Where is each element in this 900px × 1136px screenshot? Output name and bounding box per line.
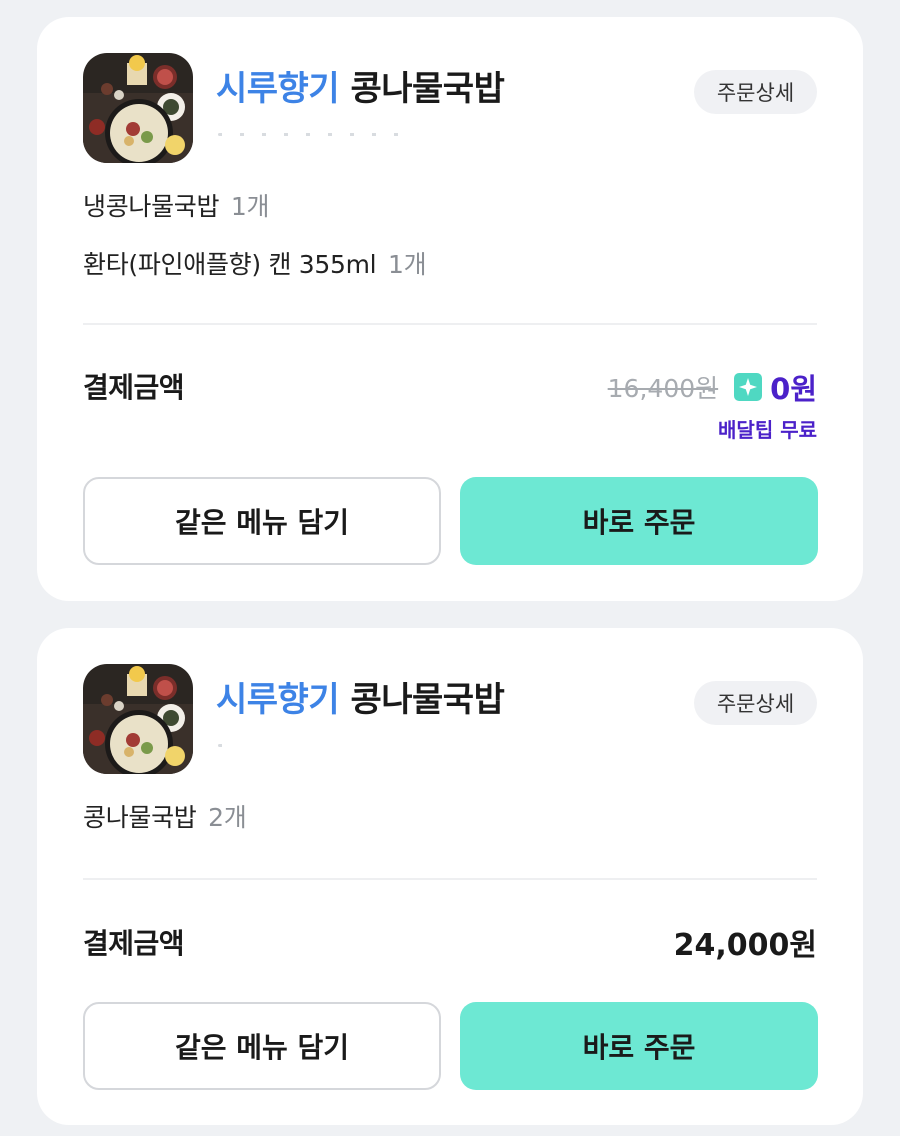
- payment-label: 결제금액: [83, 371, 185, 404]
- reorder-same-menu-button[interactable]: 같은 메뉴 담기: [83, 1002, 441, 1090]
- order-detail-button[interactable]: 주문상세: [694, 70, 817, 114]
- store-name[interactable]: 시루향기 콩나물국밥: [216, 61, 505, 110]
- list-item: 냉콩나물국밥 1개: [83, 190, 426, 248]
- store-brand: 시루향기: [216, 69, 340, 109]
- discounted-price: 0원: [770, 372, 817, 406]
- sparkle-icon: [734, 373, 763, 401]
- order-now-button[interactable]: 바로 주문: [460, 1002, 818, 1090]
- item-quantity: 2개: [208, 803, 247, 832]
- blurred-subtext: [218, 744, 224, 747]
- divider: [83, 323, 817, 325]
- order-card: 시루향기 콩나물국밥 주문상세 콩나물국밥 2개 결제금액 24,000원 같은…: [37, 628, 863, 1125]
- store-thumbnail[interactable]: [83, 53, 193, 163]
- order-now-button[interactable]: 바로 주문: [460, 477, 818, 565]
- store-thumbnail[interactable]: [83, 664, 193, 774]
- item-name: 냉콩나물국밥: [83, 192, 220, 221]
- store-title: 콩나물국밥: [350, 69, 505, 109]
- list-item: 환타(파인애플향) 캔 355ml 1개: [83, 248, 427, 306]
- order-detail-button[interactable]: 주문상세: [694, 681, 817, 725]
- payment-amount: 16,400원 0원 배달팁 무료: [608, 366, 817, 443]
- store-name[interactable]: 시루향기 콩나물국밥: [216, 672, 505, 721]
- original-price: 16,400원: [607, 374, 719, 403]
- payment-amount: 24,000원: [674, 920, 817, 964]
- total-price: 24,000원: [673, 928, 817, 963]
- list-item: 콩나물국밥 2개: [83, 801, 247, 859]
- item-name: 환타(파인애플향) 캔 355ml: [83, 250, 377, 279]
- order-items: 냉콩나물국밥 1개 환타(파인애플향) 캔 355ml 1개: [83, 190, 427, 306]
- divider: [83, 878, 817, 880]
- store-brand: 시루향기: [216, 680, 340, 720]
- blurred-subtext: [218, 133, 408, 136]
- order-items: 콩나물국밥 2개: [83, 801, 247, 859]
- food-thumbnail-image: [83, 664, 193, 774]
- item-quantity: 1개: [230, 192, 270, 221]
- payment-label: 결제금액: [83, 927, 185, 960]
- food-thumbnail-image: [83, 53, 193, 163]
- item-name: 콩나물국밥: [83, 803, 197, 832]
- order-card: 시루향기 콩나물국밥 주문상세 냉콩나물국밥 1개 환타(파인애플향) 캔 35…: [37, 17, 863, 601]
- item-quantity: 1개: [387, 250, 427, 279]
- store-title: 콩나물국밥: [350, 680, 505, 720]
- delivery-tip-free: 배달팁 무료: [718, 418, 817, 442]
- reorder-same-menu-button[interactable]: 같은 메뉴 담기: [83, 477, 441, 565]
